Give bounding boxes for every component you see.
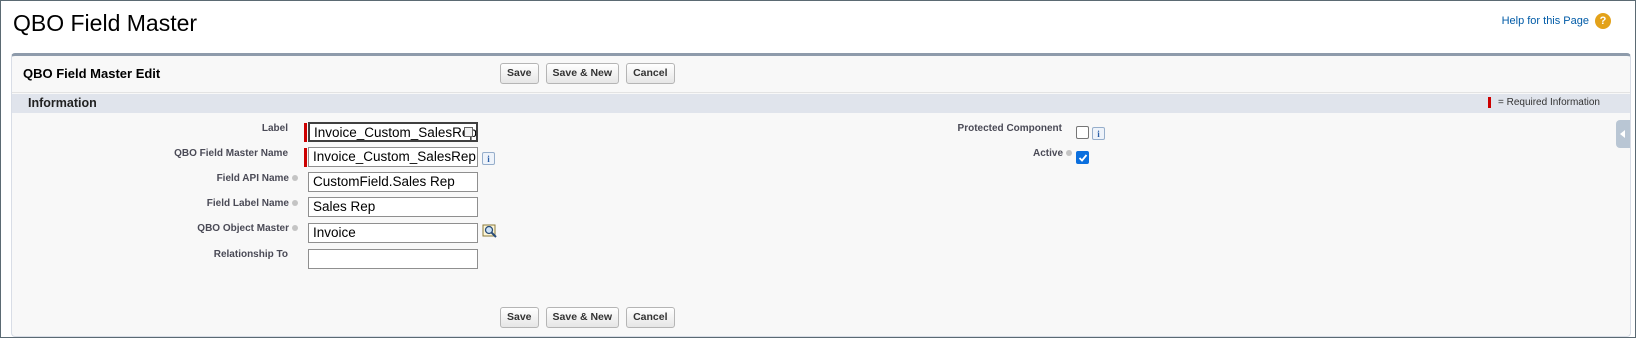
help-link[interactable]: Help for this Page [1502,15,1589,27]
save-and-new-button[interactable]: Save & New [545,307,620,328]
required-bar [304,123,307,142]
window-frame: QBO Field Master Help for this Page ? QB… [0,0,1636,338]
relationship-label-text: Relationship To [213,249,288,260]
required-legend-text: = Required Information [1497,97,1600,108]
bottom-button-group: Save Save & New Cancel [500,307,675,328]
object-master-input-value: Invoice [313,225,356,240]
label-name-label-text: Field Label Name [206,198,289,209]
question-circle-icon[interactable]: ? [1595,13,1611,29]
object-master-label-text: QBO Object Master [197,223,289,234]
help-dot-icon[interactable] [292,225,298,232]
relationship-input[interactable] [308,249,478,269]
required-marker [1487,97,1491,108]
name-input-value: Invoice_Custom_SalesRep [313,149,476,164]
checkmark-icon [1078,153,1087,162]
sidebar-collapse-tab[interactable] [1616,120,1630,148]
required-bar [304,148,307,167]
save-button[interactable]: Save [500,307,539,328]
save-button[interactable]: Save [500,63,539,84]
label-field-label-text: Label [261,123,288,134]
cancel-button[interactable]: Cancel [626,63,675,84]
help-dot-icon[interactable] [1066,150,1072,157]
edit-panel: QBO Field Master Edit Save Save & New Ca… [11,53,1631,337]
help-dot-icon[interactable] [292,200,298,207]
api-name-input-value: CustomField.Sales Rep [313,174,455,189]
active-label-text: Active [1032,148,1063,159]
protected-checkbox[interactable] [1076,126,1089,139]
save-and-new-button[interactable]: Save & New [545,63,620,84]
label-name-input[interactable]: Sales Rep [308,197,478,217]
object-master-field-label: QBO Object Master [112,223,298,234]
active-checkbox[interactable] [1076,151,1089,164]
name-field-label-text: QBO Field Master Name [174,148,288,159]
label-input[interactable]: Invoice_Custom_SalesRep [308,122,478,142]
name-input[interactable]: Invoice_Custom_SalesRep [308,147,478,167]
lookup-search-icon[interactable] [482,224,498,240]
info-icon[interactable]: i [482,152,495,165]
chevron-left-icon [1620,130,1625,138]
cancel-button[interactable]: Cancel [626,307,675,328]
help-area: Help for this Page ? [1502,13,1611,29]
section-title: Information [28,96,97,110]
protected-label-text: Protected Component [957,123,1062,134]
panel-header: QBO Field Master Edit Save Save & New Ca… [12,56,1630,93]
relationship-field-label: Relationship To [112,249,288,260]
panel-title: QBO Field Master Edit [23,66,161,81]
label-name-input-value: Sales Rep [313,199,376,214]
required-legend: = Required Information [1487,97,1600,108]
api-name-label-text: Field API Name [216,173,289,184]
label-field-label: Label [162,123,288,134]
api-name-input[interactable]: CustomField.Sales Rep [308,172,478,192]
name-field-label: QBO Field Master Name [112,148,288,159]
clipboard-icon [464,127,473,137]
object-master-input[interactable]: Invoice [308,223,478,243]
label-name-field-label: Field Label Name [112,198,298,209]
info-icon[interactable]: i [1092,127,1105,140]
protected-field-label: Protected Component [892,123,1062,134]
top-button-group: Save Save & New Cancel [500,63,675,84]
page-title: QBO Field Master [13,10,198,36]
help-dot-icon[interactable] [292,175,298,182]
active-field-label: Active [892,148,1072,159]
label-input-value: Invoice_Custom_SalesRep [314,125,477,140]
section-header: Information = Required Information [12,94,1630,113]
api-name-field-label: Field API Name [112,173,298,184]
